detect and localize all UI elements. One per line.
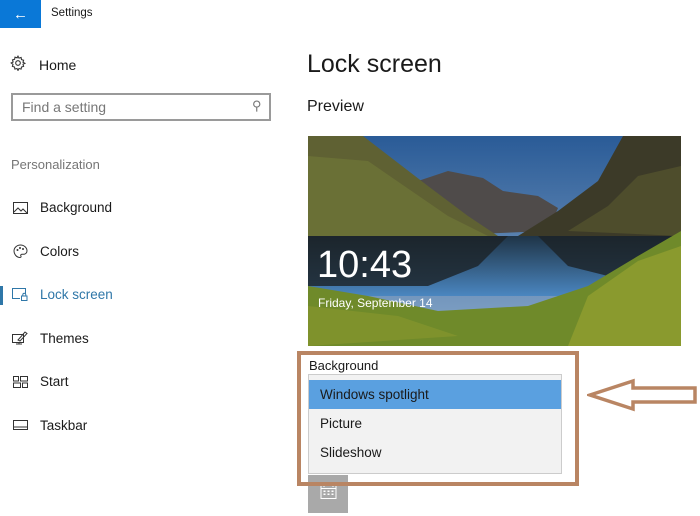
sidebar-home[interactable]: Home <box>10 55 76 75</box>
sidebar-item-start[interactable]: Start <box>0 360 280 404</box>
title-bar: ← Settings <box>0 0 700 28</box>
search-input[interactable] <box>13 95 243 119</box>
picture-icon <box>11 201 29 215</box>
sidebar-item-label: Start <box>40 374 69 390</box>
taskbar-icon <box>11 418 29 432</box>
sidebar-item-background[interactable]: Background <box>0 186 280 230</box>
sidebar-nav: Background Colors Lock screen Themes Sta… <box>0 186 280 447</box>
sidebar-item-colors[interactable]: Colors <box>0 230 280 274</box>
sidebar-item-label: Taskbar <box>40 417 88 433</box>
back-button[interactable]: ← <box>0 0 41 28</box>
calendar-icon <box>320 483 337 505</box>
preview-heading: Preview <box>307 98 364 115</box>
page-title: Lock screen <box>307 50 442 78</box>
preview-clock: 10:43 <box>317 244 413 286</box>
themes-icon <box>11 331 29 345</box>
landscape-image <box>308 136 681 346</box>
palette-icon <box>11 244 29 258</box>
gear-icon <box>10 55 28 75</box>
window-title: Settings <box>51 7 93 19</box>
sidebar-item-themes[interactable]: Themes <box>0 317 280 361</box>
annotation-highlight-box <box>297 351 579 486</box>
sidebar-item-label: Colors <box>40 243 80 259</box>
back-arrow-icon: ← <box>13 5 28 23</box>
search-box[interactable]: ⚲ <box>11 93 271 121</box>
preview-date: Friday, September 14 <box>318 296 433 310</box>
lock-screen-preview: 10:43 Friday, September 14 <box>308 136 681 346</box>
annotation-arrow-icon <box>587 378 697 412</box>
sidebar-item-label: Themes <box>40 330 89 346</box>
search-icon[interactable]: ⚲ <box>252 98 262 114</box>
home-label: Home <box>39 57 77 73</box>
section-title: Personalization <box>11 157 100 172</box>
start-icon <box>11 375 29 389</box>
sidebar-item-lock-screen[interactable]: Lock screen <box>0 273 280 317</box>
lock-screen-icon <box>11 288 29 302</box>
sidebar-item-label: Lock screen <box>40 287 113 303</box>
sidebar-item-taskbar[interactable]: Taskbar <box>0 404 280 448</box>
sidebar-item-label: Background <box>40 200 113 216</box>
